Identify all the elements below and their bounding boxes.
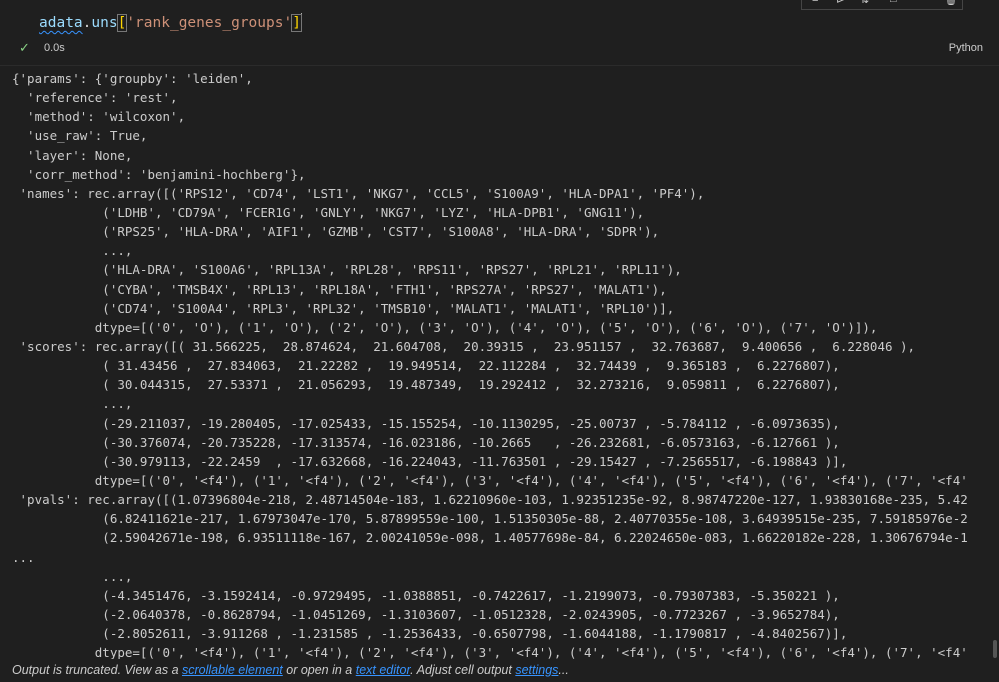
code-variable: adata	[39, 15, 83, 31]
output-line: ( 30.044315, 27.53371 , 21.056293, 19.48…	[12, 377, 840, 393]
output-line: (-29.211037, -19.280405, -17.025433, -15…	[12, 415, 840, 431]
output-line: ...,	[12, 396, 133, 412]
truncation-text: Output is truncated. View as a	[12, 663, 183, 677]
output-line: (2.59042671e-198, 6.93511118e-167, 2.002…	[12, 530, 968, 546]
output-line: 'reference': 'rest',	[12, 90, 178, 106]
code-string-key: 'rank_genes_groups'	[126, 15, 293, 31]
output-line: ('LDHB', 'CD79A', 'FCER1G', 'GNLY', 'NKG…	[12, 204, 645, 220]
run-above-icon[interactable]: ≡	[812, 0, 818, 5]
output-line: 'layer': None,	[12, 147, 133, 163]
output-line: (-4.3451476, -3.1592414, -0.9729495, -1.…	[12, 587, 840, 603]
execution-time: 0.0s	[44, 42, 65, 54]
output-line: (6.82411621e-217, 1.67973047e-170, 5.878…	[12, 511, 968, 527]
cell-toolbar: ≡ ⊳ ⇅ □ 🗑	[801, 0, 963, 10]
code-attribute: uns	[91, 15, 118, 31]
settings-link[interactable]: settings	[515, 663, 558, 677]
more-icon[interactable]: □	[890, 0, 897, 5]
cell-output-divider	[0, 65, 999, 66]
output-line: 'names': rec.array([('RPS12', 'CD74', 'L…	[12, 185, 705, 201]
output-line: ...,	[12, 568, 133, 584]
run-below-icon[interactable]: ⊳	[836, 0, 845, 6]
output-line: dtype=[('0', '<f4'), ('1', '<f4'), ('2',…	[12, 472, 968, 488]
truncation-text-3: . Adjust cell output	[410, 663, 516, 677]
code-cell[interactable]: adata.uns['rank_genes_groups'] ≡ ⊳ ⇅ □ 🗑…	[0, 0, 999, 65]
output-line: {'params': {'groupby': 'leiden',	[12, 71, 253, 86]
output-scrollbar[interactable]	[993, 640, 997, 658]
output-line: 'pvals': rec.array([(1.07396804e-218, 2.…	[12, 492, 968, 508]
output-line: ...,	[12, 243, 133, 259]
scrollable-element-link[interactable]: scrollable element	[182, 663, 283, 677]
output-line: ('HLA-DRA', 'S100A6', 'RPL13A', 'RPL28',…	[12, 262, 682, 278]
output-line: (-2.8052611, -3.911268 , -1.231585 , -1.…	[12, 626, 848, 642]
check-icon: ✓	[19, 40, 30, 55]
cell-status-bar: ✓ 0.0s Python	[0, 40, 999, 58]
code-editor-line[interactable]: adata.uns['rank_genes_groups']	[39, 13, 302, 32]
language-selector[interactable]: Python	[949, 42, 983, 54]
cell-output[interactable]: {'params': {'groupby': 'leiden', 'refere…	[12, 69, 992, 659]
output-line: dtype=[('0', '<f4'), ('1', '<f4'), ('2',…	[12, 645, 968, 659]
output-line: ('RPS25', 'HLA-DRA', 'AIF1', 'GZMB', 'CS…	[12, 224, 660, 240]
output-line: ('CD74', 'S100A4', 'RPL3', 'RPL32', 'TMS…	[12, 300, 675, 316]
delete-icon[interactable]: 🗑	[944, 0, 958, 6]
output-line: 'scores': rec.array([( 31.566225, 28.874…	[12, 338, 916, 354]
output-line: ('CYBA', 'TMSB4X', 'RPL13', 'RPL18A', 'F…	[12, 281, 667, 297]
output-line: (-30.376074, -20.735228, -17.313574, -16…	[12, 434, 840, 450]
text-editor-link[interactable]: text editor	[356, 663, 410, 677]
output-line: dtype=[('0', 'O'), ('1', 'O'), ('2', 'O'…	[12, 319, 878, 335]
output-line: 'use_raw': True,	[12, 128, 148, 144]
output-line: (-30.979113, -22.2459 , -17.632668, -16.…	[12, 453, 848, 469]
split-icon[interactable]: ⇅	[860, 0, 869, 6]
truncation-text-2: or open in a	[282, 663, 356, 677]
code-close-bracket: ]	[291, 14, 302, 32]
truncation-notice: Output is truncated. View as a scrollabl…	[12, 663, 569, 677]
output-line: ...	[12, 549, 35, 565]
output-line: (-2.0640378, -0.8628794, -1.0451269, -1.…	[12, 606, 840, 622]
output-line: 'method': 'wilcoxon',	[12, 109, 186, 125]
truncation-ellipsis: ...	[558, 663, 569, 677]
output-line: ( 31.43456 , 27.834063, 21.22282 , 19.94…	[12, 358, 840, 374]
text-cursor	[300, 13, 302, 30]
output-line: 'corr_method': 'benjamini-hochberg'},	[12, 166, 306, 182]
